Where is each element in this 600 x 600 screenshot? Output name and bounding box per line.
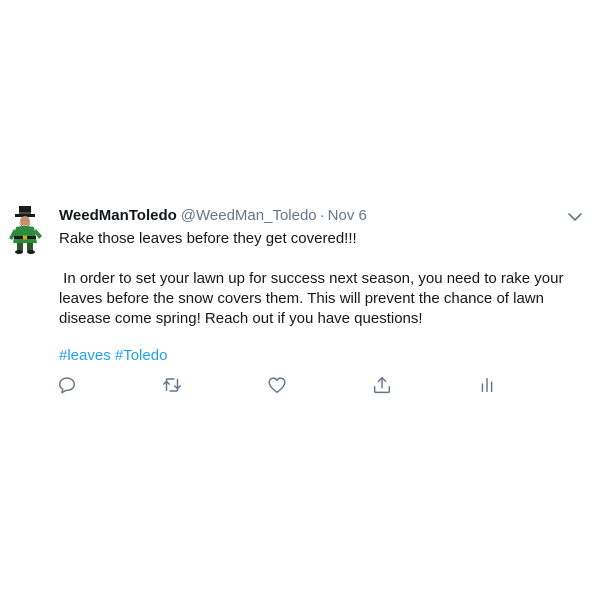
- tweet-date[interactable]: Nov 6: [328, 207, 367, 224]
- tweet-header: WeedManToledo @WeedMan_Toledo · Nov 6: [59, 207, 367, 225]
- more-options-button[interactable]: [567, 210, 583, 222]
- heart-icon: [268, 377, 286, 394]
- tweet-text-line: Rake those leaves before they get covere…: [59, 230, 357, 247]
- display-name[interactable]: WeedManToledo: [59, 207, 177, 224]
- tweet-text-line: In order to set your lawn up for success…: [59, 270, 564, 287]
- header-separator: ·: [319, 207, 325, 224]
- chevron-down-icon: [568, 213, 582, 221]
- analytics-icon: [481, 377, 493, 393]
- hashtag-leaves[interactable]: #leaves: [59, 347, 111, 364]
- like-button[interactable]: [266, 374, 288, 396]
- retweet-button[interactable]: [161, 374, 183, 396]
- retweet-icon: [163, 378, 181, 392]
- tweet-text: Rake those leaves before they get covere…: [59, 229, 584, 329]
- hashtag-toledo[interactable]: #Toledo: [115, 347, 168, 364]
- tweet-actions: [0, 374, 600, 398]
- analytics-button[interactable]: [476, 374, 498, 396]
- tweet-text-line: leaves before the snow covers them. This…: [59, 290, 544, 307]
- share-icon: [373, 376, 391, 394]
- reply-icon: [58, 377, 76, 394]
- avatar[interactable]: [6, 205, 46, 255]
- share-button[interactable]: [371, 374, 393, 396]
- user-handle[interactable]: @WeedMan_Toledo: [181, 207, 317, 224]
- tweet-text-spacer: [59, 249, 584, 269]
- hashtag-list: #leaves #Toledo: [59, 346, 167, 366]
- leprechaun-avatar-icon: [9, 206, 42, 254]
- reply-button[interactable]: [56, 374, 78, 396]
- tweet-text-line: disease come spring! Reach out if you ha…: [59, 310, 423, 327]
